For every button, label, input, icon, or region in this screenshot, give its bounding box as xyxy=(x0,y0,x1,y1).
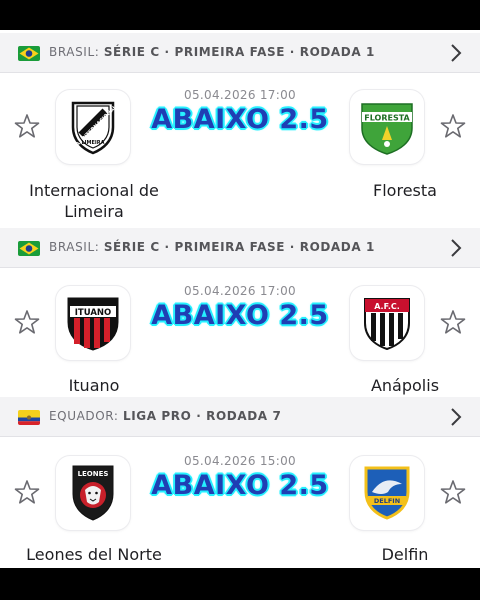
delfin-crest-icon: DELFIN xyxy=(364,466,410,520)
home-team-logo[interactable]: A.A. INTERNACIONAL LIMEIRA xyxy=(56,90,130,164)
favorite-star-icon[interactable] xyxy=(439,478,467,506)
match-datetime: 05.04.2026 15:00 xyxy=(184,454,296,468)
home-team-name: Ituano xyxy=(68,376,120,395)
favorite-star-icon[interactable] xyxy=(13,112,41,140)
chevron-right-icon[interactable] xyxy=(446,406,466,428)
league-header-equador-liga-pro[interactable]: EQUADOR: LIGA PRO · RODADA 7 xyxy=(0,397,480,437)
match-datetime: 05.04.2026 17:00 xyxy=(184,284,296,298)
league-title: BRASIL: SÉRIE C · PRIMEIRA FASE · RODADA… xyxy=(49,240,375,254)
league-title: BRASIL: SÉRIE C · PRIMEIRA FASE · RODADA… xyxy=(49,45,375,59)
favorite-star-icon[interactable] xyxy=(439,308,467,336)
ituano-crest-icon: ITUANO xyxy=(67,297,119,351)
match-row[interactable]: LEONES 05.04.2026 15:00 ABAIXO 2.5 DELFI… xyxy=(0,440,480,568)
prediction-overlay: ABAIXO 2.5 xyxy=(151,104,329,135)
internacional-limeira-crest-icon: A.A. INTERNACIONAL LIMEIRA xyxy=(71,101,119,155)
match-row[interactable]: A.A. INTERNACIONAL LIMEIRA 05.04.2026 17… xyxy=(0,74,480,221)
league-competition: SÉRIE C · PRIMEIRA FASE · RODADA 1 xyxy=(103,240,375,254)
league-country: EQUADOR: xyxy=(49,409,119,423)
favorite-star-icon[interactable] xyxy=(439,112,467,140)
favorite-star-icon[interactable] xyxy=(13,478,41,506)
floresta-crest-icon: FLORESTA xyxy=(361,103,413,155)
chevron-right-icon[interactable] xyxy=(446,42,466,64)
match-row[interactable]: ITUANO 05.04.2026 17:00 ABAIXO 2.5 A.F.C… xyxy=(0,270,480,400)
anapolis-crest-icon: A.F.C. xyxy=(364,298,410,351)
league-country: BRASIL: xyxy=(49,45,100,59)
home-team-logo[interactable]: LEONES xyxy=(56,456,130,530)
home-team-logo[interactable]: ITUANO xyxy=(56,286,130,360)
favorite-star-icon[interactable] xyxy=(13,308,41,336)
away-team-name: Floresta xyxy=(373,181,437,200)
brazil-flag-icon xyxy=(18,46,40,61)
home-team-name: Leones del Norte xyxy=(26,545,162,564)
prediction-overlay: ABAIXO 2.5 xyxy=(151,300,329,331)
leones-del-norte-crest-icon: LEONES xyxy=(72,465,114,521)
match-list: BRASIL: SÉRIE C · PRIMEIRA FASE · RODADA… xyxy=(0,30,480,568)
league-competition: LIGA PRO · RODADA 7 xyxy=(122,409,282,423)
away-team-name: Anápolis xyxy=(370,376,440,395)
svg-text:LEONES: LEONES xyxy=(78,470,109,478)
away-team-logo[interactable]: A.F.C. xyxy=(350,286,424,360)
match-datetime: 05.04.2026 17:00 xyxy=(184,88,296,102)
svg-text:LIMEIRA: LIMEIRA xyxy=(81,140,104,146)
svg-text:A.F.C.: A.F.C. xyxy=(374,302,400,311)
home-team-name: Internacional de Limeira xyxy=(29,181,159,221)
brazil-flag-icon xyxy=(18,241,40,256)
ecuador-flag-icon xyxy=(18,410,40,425)
chevron-right-icon[interactable] xyxy=(446,237,466,259)
away-team-logo[interactable]: DELFIN xyxy=(350,456,424,530)
svg-text:DELFIN: DELFIN xyxy=(374,497,400,505)
league-title: EQUADOR: LIGA PRO · RODADA 7 xyxy=(49,409,281,423)
league-country: BRASIL: xyxy=(49,240,100,254)
away-team-logo[interactable]: FLORESTA xyxy=(350,90,424,164)
away-team-name: Delfin xyxy=(381,545,429,564)
league-header-brasil-serie-c[interactable]: BRASIL: SÉRIE C · PRIMEIRA FASE · RODADA… xyxy=(0,33,480,73)
svg-text:ITUANO: ITUANO xyxy=(75,308,112,318)
league-header-brasil-serie-c[interactable]: BRASIL: SÉRIE C · PRIMEIRA FASE · RODADA… xyxy=(0,228,480,268)
svg-text:FLORESTA: FLORESTA xyxy=(364,114,410,123)
league-competition: SÉRIE C · PRIMEIRA FASE · RODADA 1 xyxy=(103,45,375,59)
prediction-overlay: ABAIXO 2.5 xyxy=(151,470,329,501)
